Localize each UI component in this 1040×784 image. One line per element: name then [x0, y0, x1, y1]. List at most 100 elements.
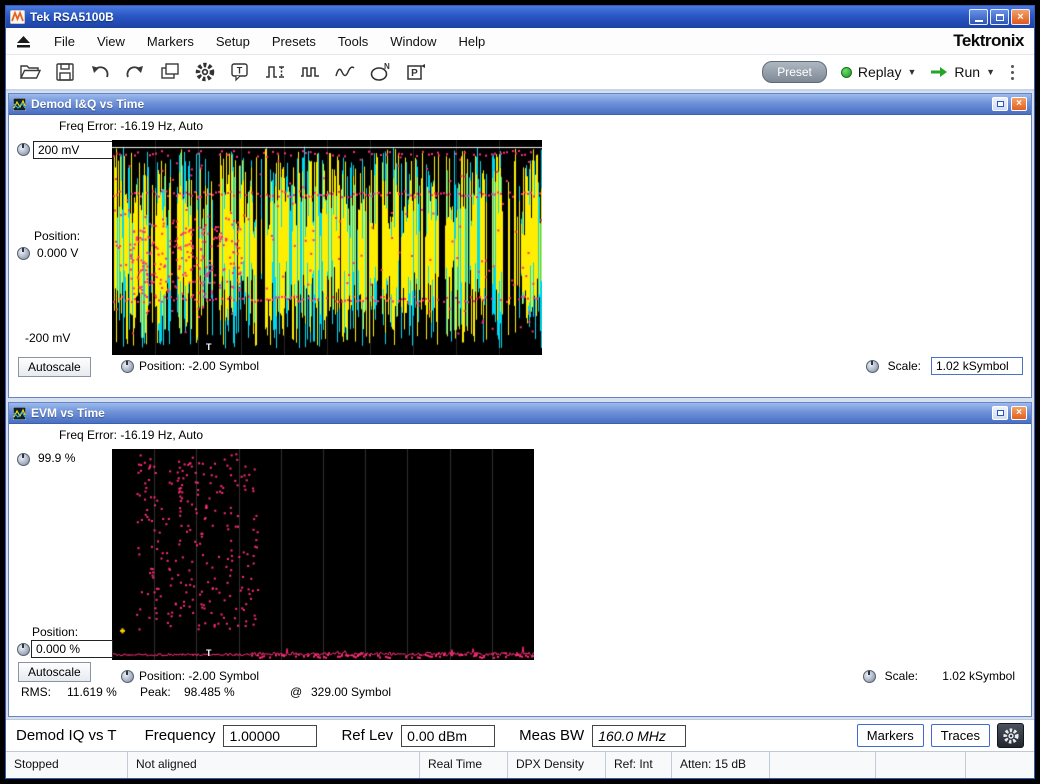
horizontal-scale-knob[interactable]	[866, 360, 879, 373]
undo-button[interactable]	[84, 58, 116, 86]
autoscale-button[interactable]: Autoscale	[18, 357, 91, 377]
vertical-position-label: Position:	[34, 229, 81, 243]
settings-button[interactable]	[189, 58, 221, 86]
menu-file[interactable]: File	[43, 30, 86, 53]
measbw-input[interactable]: 160.0 MHz	[592, 724, 687, 747]
panel-evm: EVM vs Time × Freq Error: -16.19 Hz, Aut…	[8, 402, 1032, 717]
replay-button[interactable]: Replay ▼	[840, 64, 917, 80]
vertical-position-knob[interactable]	[17, 643, 30, 656]
panel-evm-header[interactable]: EVM vs Time ×	[9, 403, 1031, 424]
text-note-icon: T	[231, 63, 248, 82]
iq-plot-canvas[interactable]	[112, 140, 542, 355]
peak-label: Peak:	[140, 685, 171, 699]
replay-status-icon	[840, 66, 852, 78]
windows-layout-button[interactable]	[154, 58, 186, 86]
chevron-down-icon: ▼	[907, 67, 917, 77]
freq-error-readout: Freq Error: -16.19 Hz, Auto	[59, 428, 204, 442]
pulse-train-icon	[301, 67, 319, 77]
acquisition-button[interactable]: N	[364, 58, 396, 86]
menu-help[interactable]: Help	[448, 30, 497, 53]
evm-plot-canvas[interactable]	[112, 449, 534, 660]
save-icon	[56, 63, 74, 81]
autoscale-button[interactable]: Autoscale	[18, 662, 91, 682]
vertical-position-label: Position:	[32, 625, 79, 639]
horizontal-scale-input[interactable]: 1.02 kSymbol	[931, 357, 1023, 375]
redo-button[interactable]	[119, 58, 151, 86]
menu-view[interactable]: View	[86, 30, 136, 53]
gear-icon	[1002, 727, 1019, 744]
panel-close-button[interactable]: ×	[1011, 97, 1027, 111]
panel-iq-header[interactable]: Demod I&Q vs Time ×	[9, 94, 1031, 115]
horizontal-position-readout: Position: -2.00 Symbol	[139, 669, 260, 683]
measbw-label: Meas BW	[519, 727, 585, 744]
n-oval-icon: N	[370, 62, 390, 81]
panel-close-button[interactable]: ×	[1011, 406, 1027, 420]
reflev-label: Ref Lev	[341, 727, 394, 744]
menu-tools[interactable]: Tools	[327, 30, 379, 53]
pulse-trigger-button[interactable]	[259, 58, 291, 86]
window-title: Tek RSA5100B	[30, 10, 114, 24]
settings-gear-button[interactable]	[997, 723, 1024, 748]
svg-text:P: P	[411, 68, 418, 79]
pulse-train-button[interactable]	[294, 58, 326, 86]
minimize-button[interactable]	[969, 9, 988, 25]
eject-menu-icon[interactable]	[16, 35, 31, 48]
toolbar-right: Preset Replay ▼ Run ▼	[762, 61, 1026, 83]
tektronix-logo: Tektronix	[953, 31, 1024, 50]
peak-at-label: @	[290, 685, 303, 699]
redo-icon	[126, 66, 143, 78]
measurement-controlbar: Demod IQ vs T Frequency 1.00000 GHz Ref …	[6, 719, 1034, 764]
panel-evm-body: Freq Error: -16.19 Hz, Auto 99.9 % T Pos…	[9, 424, 1031, 716]
panel-iq-body: Freq Error: -16.19 Hz, Auto 200 mV Posit…	[9, 115, 1031, 397]
markers-button[interactable]: Markers	[856, 724, 924, 747]
vertical-scale-top-value: 99.9 %	[38, 451, 76, 465]
trigger-position-marker[interactable]: T	[206, 648, 212, 658]
titlebar: Tek RSA5100B ×	[6, 6, 1034, 28]
horizontal-scale-value: 1.02 kSymbol	[942, 669, 1015, 683]
panel-minimize-button[interactable]	[992, 406, 1008, 420]
annotation-button[interactable]: T	[224, 58, 256, 86]
vertical-position-value: 0.000 V	[37, 246, 79, 260]
open-button[interactable]	[14, 58, 46, 86]
status-atten: Atten: 15 dB	[672, 752, 770, 778]
restore-icon	[996, 101, 1004, 107]
preset-button[interactable]: Preset	[762, 61, 827, 83]
peak-marker-button[interactable]: P	[399, 58, 431, 86]
minimize-icon	[974, 20, 983, 22]
panel-evm-title: EVM vs Time	[31, 406, 105, 420]
horizontal-position-knob[interactable]	[121, 670, 134, 683]
vertical-position-knob[interactable]	[17, 247, 30, 260]
workspace: Demod I&Q vs Time × Freq Error: -16.19 H…	[6, 91, 1034, 719]
vertical-scale-input[interactable]: 200 mV	[33, 141, 113, 159]
waveform-button[interactable]	[329, 58, 361, 86]
measurement-mode-label[interactable]: Demod IQ vs T	[16, 727, 117, 744]
traces-button[interactable]: Traces	[930, 724, 990, 747]
menu-setup[interactable]: Setup	[205, 30, 261, 53]
trigger-position-marker[interactable]: T	[206, 342, 212, 352]
menubar: File View Markers Setup Presets Tools Wi…	[6, 28, 1034, 55]
menu-window[interactable]: Window	[379, 30, 447, 53]
frequency-input[interactable]: 1.00000 GHz	[223, 724, 318, 764]
vertical-scale-knob[interactable]	[17, 143, 30, 156]
vertical-scale-knob[interactable]	[17, 453, 30, 466]
status-alignment: Not aligned	[128, 752, 420, 778]
save-button[interactable]	[49, 58, 81, 86]
undo-icon	[92, 66, 109, 78]
menu-markers[interactable]: Markers	[136, 30, 205, 53]
frequency-label: Frequency	[144, 727, 216, 744]
p-flag-icon: P	[407, 64, 425, 80]
panel-minimize-button[interactable]	[992, 97, 1008, 111]
menu-presets[interactable]: Presets	[261, 30, 327, 53]
restore-button[interactable]	[990, 9, 1009, 25]
run-button[interactable]: Run ▼	[930, 64, 995, 80]
horizontal-scale-knob[interactable]	[863, 670, 876, 683]
vertical-position-input[interactable]: 0.000 %	[31, 640, 113, 658]
reflev-input[interactable]: 0.00 dBm	[401, 724, 496, 747]
close-button[interactable]: ×	[1011, 9, 1030, 25]
status-acquisition: Stopped	[6, 752, 128, 778]
overflow-menu-icon[interactable]	[1011, 64, 1014, 68]
horizontal-scale-label: Scale:	[884, 669, 918, 683]
horizontal-position-knob[interactable]	[121, 360, 134, 373]
panel-demod-iq: Demod I&Q vs Time × Freq Error: -16.19 H…	[8, 93, 1032, 398]
app-icon	[10, 10, 25, 24]
